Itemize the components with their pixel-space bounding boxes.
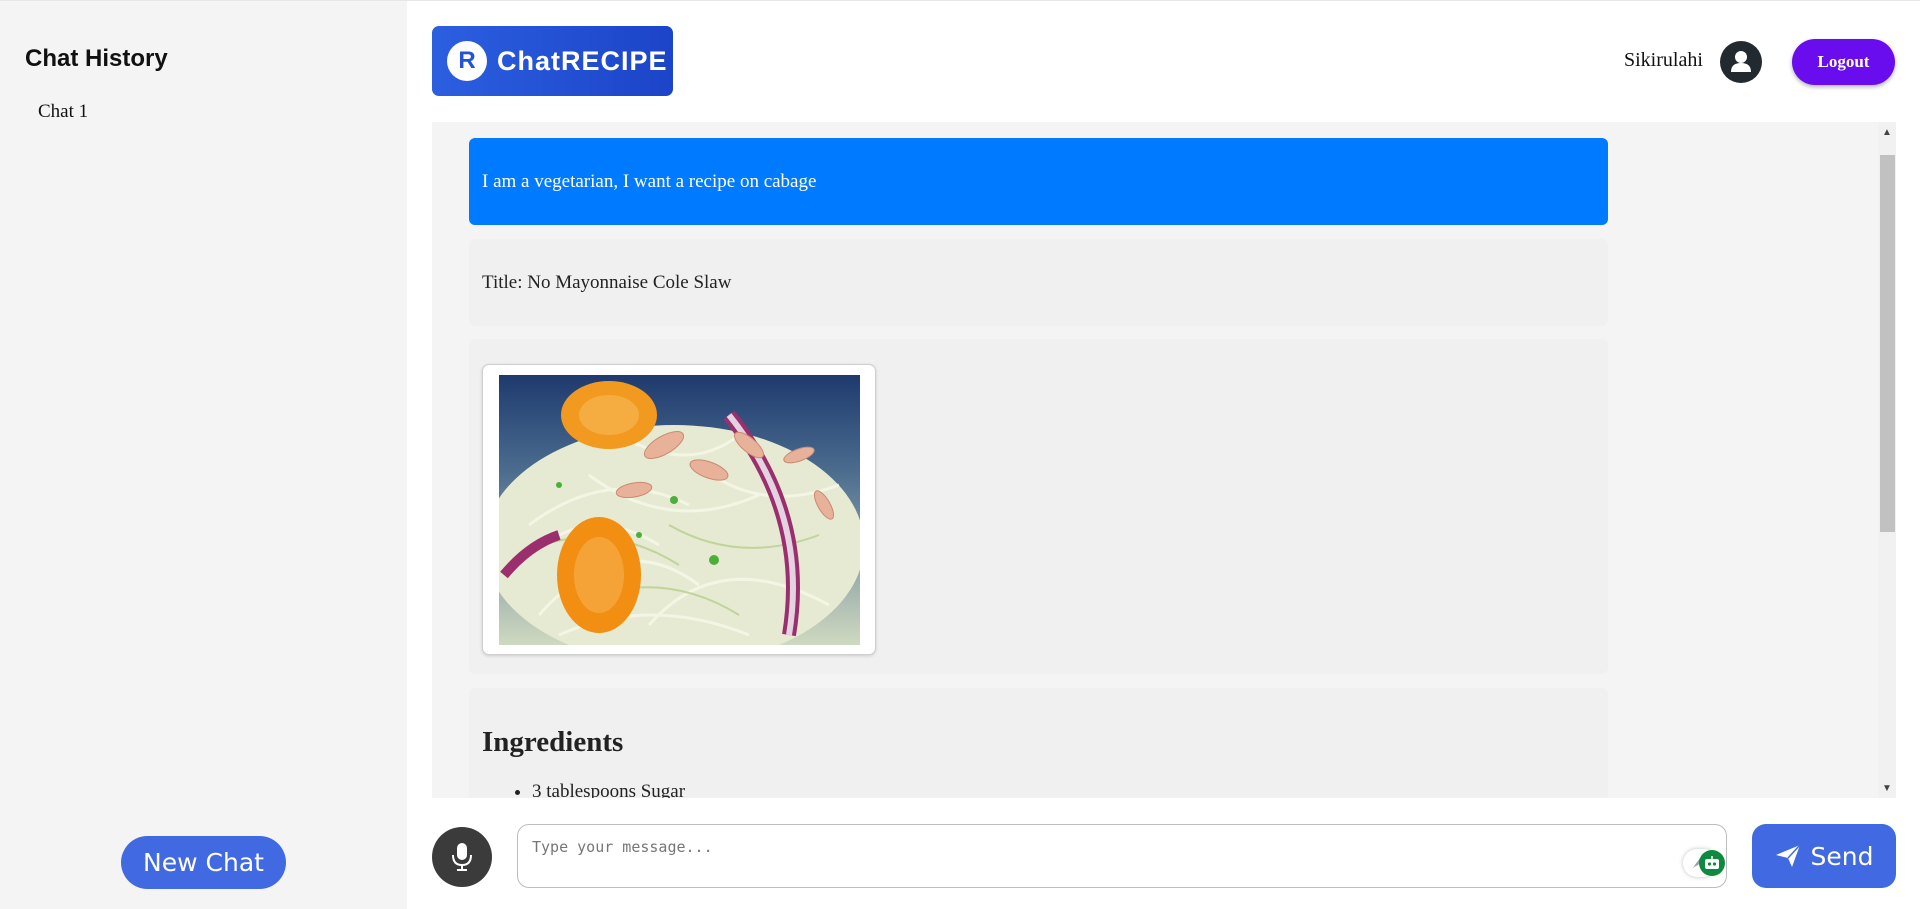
robot-icon[interactable] (1699, 850, 1725, 876)
send-label: Send (1810, 841, 1874, 871)
username: Sikirulahi (1624, 49, 1703, 71)
app-logo: R ChatRECIPE (432, 26, 673, 96)
user-message: I am a vegetarian, I want a recipe on ca… (469, 138, 1608, 225)
logout-button[interactable]: Logout (1792, 39, 1895, 85)
recipe-image (482, 364, 876, 655)
ingredients-heading: Ingredients (482, 726, 624, 758)
new-chat-button[interactable]: New Chat (121, 836, 286, 889)
chat-scrollbar[interactable]: ▲ ▼ (1878, 122, 1896, 798)
message-input[interactable] (518, 825, 1726, 887)
main-panel: R ChatRECIPE Sikirulahi Logout I am a ve… (407, 0, 1920, 909)
bot-message-title: Title: No Mayonnaise Cole Slaw (469, 239, 1608, 326)
sidebar: Chat History Chat 1 New Chat (0, 0, 407, 909)
user-icon[interactable] (1720, 41, 1762, 83)
ingredient-item: 3 tablespoons Sugar (532, 781, 685, 798)
message-input-box[interactable] (517, 824, 1727, 888)
bot-message-image (469, 339, 1608, 674)
ingredients-list: 3 tablespoons Sugar (532, 781, 685, 798)
scroll-up-arrow-icon[interactable]: ▲ (1878, 124, 1896, 140)
chat-messages-area[interactable]: I am a vegetarian, I want a recipe on ca… (432, 122, 1896, 798)
chat-history-item[interactable]: Chat 1 (38, 101, 88, 123)
logo-text: ChatRECIPE (497, 45, 668, 76)
logo-badge-icon: R (447, 41, 487, 81)
chat-history-title: Chat History (25, 45, 168, 72)
paper-plane-icon (1775, 844, 1801, 867)
scroll-down-arrow-icon[interactable]: ▼ (1878, 780, 1896, 796)
microphone-icon[interactable] (432, 827, 492, 887)
scroll-thumb[interactable] (1880, 155, 1895, 532)
bot-message-ingredients: Ingredients 3 tablespoons Sugar (469, 688, 1608, 798)
send-button[interactable]: Send (1752, 824, 1896, 888)
